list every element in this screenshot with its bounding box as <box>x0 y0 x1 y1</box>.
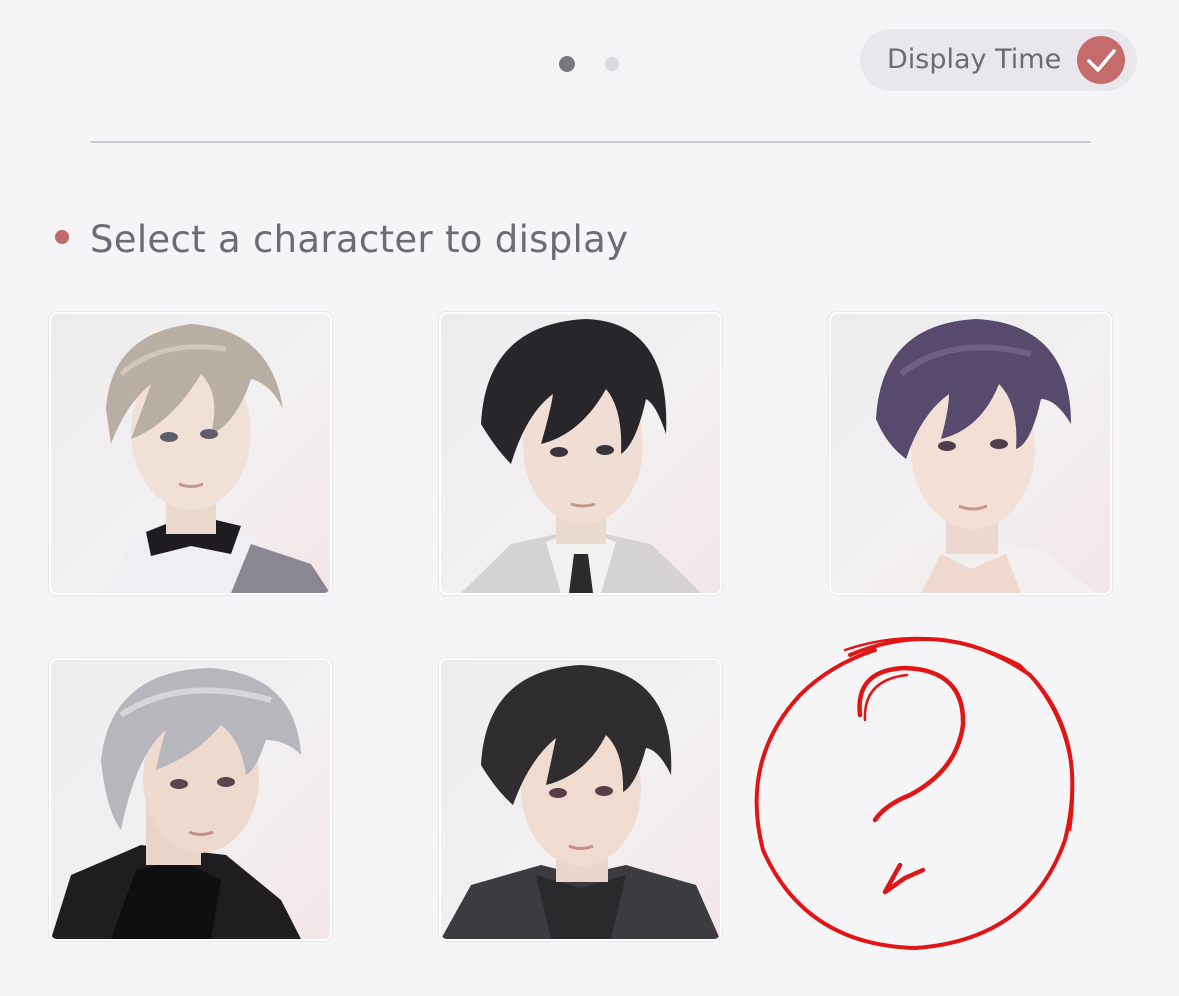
pager-dot-active[interactable] <box>559 56 575 72</box>
character-portrait-3 <box>861 319 1096 593</box>
question-mark-icon <box>754 636 1075 951</box>
character-card-2[interactable] <box>439 312 722 595</box>
character-card-4[interactable] <box>49 658 332 941</box>
character-card-5[interactable] <box>439 658 722 941</box>
character-portrait-4 <box>51 668 301 939</box>
section-bullet-icon <box>55 230 69 244</box>
character-select-screen: Display Time Select a character to displ… <box>0 0 1179 996</box>
character-card-1[interactable] <box>49 312 332 595</box>
mystery-character-slot[interactable] <box>745 620 1085 960</box>
divider-line <box>91 141 1091 143</box>
display-time-label: Display Time <box>887 44 1062 75</box>
character-card-3[interactable] <box>829 312 1112 595</box>
checkmark-icon[interactable] <box>1077 36 1125 84</box>
character-portrait-1 <box>106 324 330 593</box>
display-time-toggle[interactable]: Display Time <box>860 29 1137 91</box>
character-portrait-5 <box>441 665 720 939</box>
pager-dot-inactive[interactable] <box>605 57 619 71</box>
character-portrait-2 <box>461 319 701 593</box>
section-title: Select a character to display <box>90 218 629 261</box>
